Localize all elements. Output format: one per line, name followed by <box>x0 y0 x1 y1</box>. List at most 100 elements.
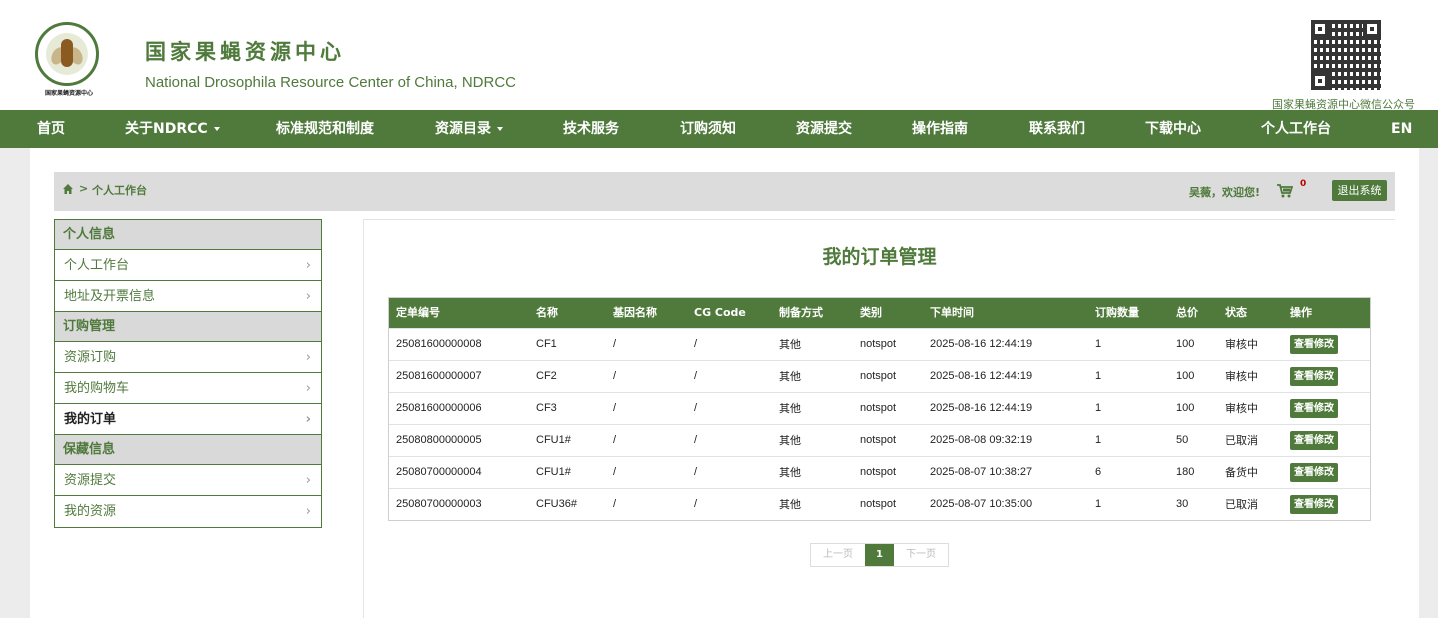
cell-category: notspot <box>860 338 897 350</box>
sidebar-section-orders: 订购管理 <box>55 312 321 342</box>
cell-total: 100 <box>1176 370 1195 382</box>
cell-gene-name: / <box>613 434 617 446</box>
sidebar-section-collection: 保藏信息 <box>55 435 321 465</box>
cart-count-badge: 0 <box>1300 179 1307 189</box>
table-row: 25081600000008 CF1 / / 其他 notspot 2025-08-16 1… <box>389 328 1370 360</box>
sidebar-item-resource-submit[interactable]: 资源提交 › <box>55 465 321 496</box>
cell-category: notspot <box>860 466 897 478</box>
cell-gene-name: / <box>613 370 617 382</box>
nav-contact[interactable]: 联系我们 <box>1029 110 1085 148</box>
col-order-no: 定单编号 <box>396 306 440 319</box>
cell-name: CFU36# <box>536 498 577 510</box>
logo-emblem <box>35 22 99 86</box>
nav-order-notice[interactable]: 订购须知 <box>680 110 736 148</box>
nav-guide[interactable]: 操作指南 <box>912 110 968 148</box>
cell-prep-method: 其他 <box>779 402 801 415</box>
wechat-qr-code <box>1311 20 1381 90</box>
chevron-right-icon: › <box>305 381 311 396</box>
next-page-button[interactable]: 下一页 <box>893 544 948 566</box>
sidebar-item-my-resources[interactable]: 我的资源 › <box>55 496 321 527</box>
view-edit-button[interactable]: 查看修改 <box>1290 335 1338 354</box>
cell-order-time: 2025-08-16 12:44:19 <box>930 338 1033 350</box>
sidebar-item-address[interactable]: 地址及开票信息 › <box>55 281 321 312</box>
cell-order-no: 25080800000005 <box>396 434 482 446</box>
current-page-button[interactable]: 1 <box>865 544 894 566</box>
cell-gene-name: / <box>613 402 617 414</box>
main-nav: 首页 关于NDRCC 标准规范和制度 资源目录 技术服务 订购须知 资源提交 操… <box>0 110 1438 148</box>
cell-status: 审核中 <box>1225 402 1258 415</box>
table-row: 25080800000005 CFU1# / / 其他 notspot 2025-08-08… <box>389 424 1370 456</box>
caret-down-icon <box>497 127 503 131</box>
home-icon[interactable] <box>63 184 73 194</box>
cell-total: 100 <box>1176 402 1195 414</box>
cell-status: 审核中 <box>1225 338 1258 351</box>
cell-prep-method: 其他 <box>779 498 801 511</box>
cell-total: 100 <box>1176 338 1195 350</box>
nav-about[interactable]: 关于NDRCC <box>125 110 220 148</box>
chevron-right-icon: › <box>305 473 311 488</box>
nav-submit[interactable]: 资源提交 <box>796 110 852 148</box>
cell-cg-code: / <box>694 370 698 382</box>
view-edit-button[interactable]: 查看修改 <box>1290 367 1338 386</box>
cell-status: 备货中 <box>1225 466 1258 479</box>
sidebar-item-workspace[interactable]: 个人工作台 › <box>55 250 321 281</box>
sidebar-item-resource-order[interactable]: 资源订购 › <box>55 342 321 373</box>
orders-table: 定单编号 名称 基因名称 CG Code 制备方式 类别 下单时间 订购数量 总… <box>388 297 1371 521</box>
sidebar-item-cart[interactable]: 我的购物车 › <box>55 373 321 404</box>
view-edit-button[interactable]: 查看修改 <box>1290 495 1338 514</box>
cell-prep-method: 其他 <box>779 434 801 447</box>
cell-quantity: 1 <box>1095 338 1102 350</box>
nav-standards[interactable]: 标准规范和制度 <box>276 110 374 148</box>
cell-cg-code: / <box>694 402 698 414</box>
col-action: 操作 <box>1290 306 1312 319</box>
table-header: 定单编号 名称 基因名称 CG Code 制备方式 类别 下单时间 订购数量 总… <box>389 298 1370 328</box>
cell-cg-code: / <box>694 466 698 478</box>
logout-button[interactable]: 退出系统 <box>1332 180 1387 201</box>
nav-workspace[interactable]: 个人工作台 <box>1261 110 1331 148</box>
col-name: 名称 <box>536 306 558 319</box>
view-edit-button[interactable]: 查看修改 <box>1290 431 1338 450</box>
col-cg-code: CG Code <box>694 306 746 319</box>
chevron-right-icon: › <box>305 350 311 365</box>
cell-cg-code: / <box>694 338 698 350</box>
col-category: 类别 <box>860 306 882 319</box>
cell-gene-name: / <box>613 466 617 478</box>
cell-cg-code: / <box>694 498 698 510</box>
site-subtitle: National Drosophila Resource Center of C… <box>145 74 516 91</box>
nav-downloads[interactable]: 下载中心 <box>1145 110 1201 148</box>
logo-caption: 国家果蝇资源中心 <box>44 90 93 97</box>
cell-total: 180 <box>1176 466 1195 478</box>
nav-home[interactable]: 首页 <box>37 110 65 148</box>
cell-category: notspot <box>860 402 897 414</box>
cell-quantity: 6 <box>1095 466 1102 478</box>
cell-name: CF2 <box>536 370 557 382</box>
table-row: 25081600000006 CF3 / / 其他 notspot 2025-08-16 1… <box>389 392 1370 424</box>
view-edit-button[interactable]: 查看修改 <box>1290 399 1338 418</box>
cell-order-no: 25080700000004 <box>396 466 482 478</box>
table-row: 25080700000004 CFU1# / / 其他 notspot 2025-08-07… <box>389 456 1370 488</box>
cell-order-no: 25080700000003 <box>396 498 482 510</box>
cell-order-no: 25081600000006 <box>396 402 482 414</box>
cell-order-no: 25081600000007 <box>396 370 482 382</box>
main-panel-border <box>363 219 1395 220</box>
chevron-right-icon: › <box>305 412 311 427</box>
cart-icon[interactable] <box>1277 184 1293 198</box>
nav-catalog[interactable]: 资源目录 <box>435 110 503 148</box>
pagination: 上一页 1 下一页 <box>810 543 949 567</box>
cell-quantity: 1 <box>1095 402 1102 414</box>
cell-prep-method: 其他 <box>779 466 801 479</box>
breadcrumb-separator: > <box>79 182 89 195</box>
cell-category: notspot <box>860 370 897 382</box>
nav-language[interactable]: EN <box>1391 110 1412 148</box>
view-edit-button[interactable]: 查看修改 <box>1290 463 1338 482</box>
ndrcc-logo[interactable]: 国家果蝇资源中心 <box>34 22 100 102</box>
cell-total: 50 <box>1176 434 1189 446</box>
nav-services[interactable]: 技术服务 <box>563 110 619 148</box>
sidebar-item-my-orders[interactable]: 我的订单 › <box>55 404 321 435</box>
cell-gene-name: / <box>613 338 617 350</box>
cell-name: CFU1# <box>536 466 571 478</box>
fly-icon <box>61 39 73 67</box>
cell-status: 审核中 <box>1225 370 1258 383</box>
prev-page-button[interactable]: 上一页 <box>811 544 865 566</box>
table-row: 25081600000007 CF2 / / 其他 notspot 2025-08-16 1… <box>389 360 1370 392</box>
